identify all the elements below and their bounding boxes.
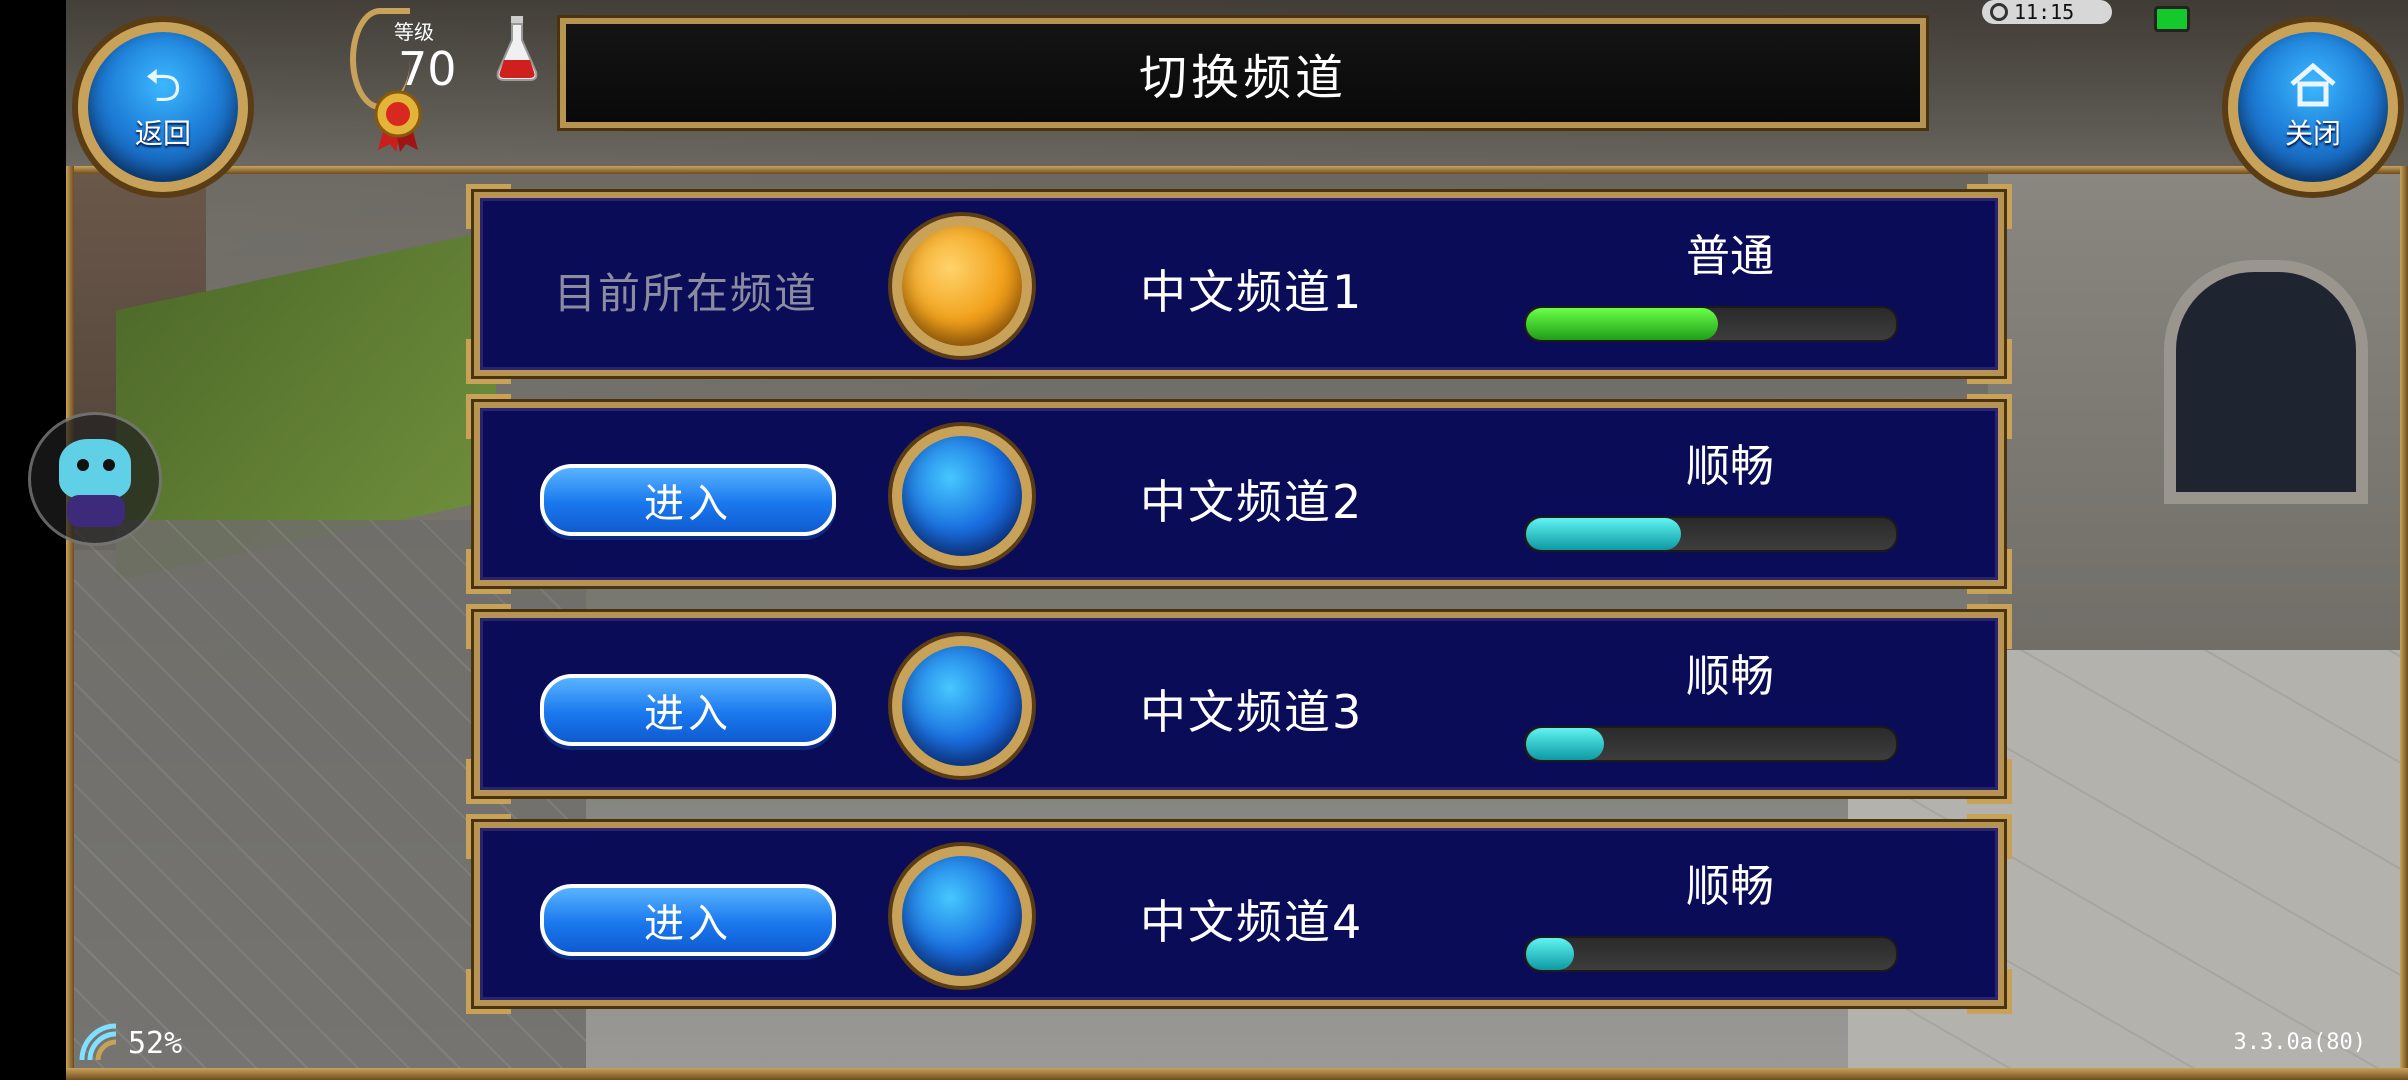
channel-load-bar (1524, 516, 1898, 552)
channel-load-bar (1524, 306, 1898, 342)
undo-arrow-icon: ⮌ (144, 58, 182, 112)
channel-orb-icon (892, 426, 1032, 566)
close-label: 关闭 (2284, 117, 2341, 150)
current-channel-label: 目前所在频道 (554, 269, 819, 318)
channel-row: 进入 中文频道2 顺畅 (466, 394, 2012, 594)
current-channel-orb-icon (892, 216, 1032, 356)
channel-status: 顺畅 (1686, 441, 1774, 492)
enter-channel-button[interactable]: 进入 (540, 464, 836, 536)
dino-avatar-icon[interactable] (28, 412, 162, 546)
frame-top-border (66, 166, 2408, 174)
channel-row: 进入 中文频道3 顺畅 (466, 604, 2012, 804)
level-label: 等级 (394, 20, 434, 44)
version-label: 3.3.0a(80) (2233, 1030, 2366, 1055)
channel-name: 中文频道1 (1140, 265, 1364, 319)
channel-name: 中文频道2 (1140, 475, 1364, 529)
medal-icon (374, 90, 422, 152)
channel-name: 中文频道3 (1140, 685, 1364, 739)
frame-left-border (66, 166, 74, 1080)
enter-channel-button[interactable]: 进入 (540, 884, 836, 956)
battery-icon (2154, 6, 2190, 32)
channel-name: 中文频道4 (1140, 895, 1364, 949)
back-label: 返回 (134, 117, 191, 150)
potion-icon (496, 16, 538, 81)
close-button[interactable]: 关闭 (2228, 22, 2398, 192)
channel-load-bar (1524, 936, 1898, 972)
player-level: 等级 70 (350, 8, 460, 158)
frame-right-border (2400, 166, 2408, 1080)
channel-load-fill (1526, 938, 1575, 970)
frame-bottom-border (66, 1068, 2408, 1080)
channel-row: 进入 中文频道4 顺畅 (466, 814, 2012, 1014)
channel-orb-icon (892, 846, 1032, 986)
signal-percent: 52% (128, 1026, 183, 1061)
channel-load-fill (1526, 518, 1682, 550)
channel-status: 顺畅 (1686, 651, 1774, 702)
channel-load-fill (1526, 728, 1604, 760)
channel-load-bar (1524, 726, 1898, 762)
clock-chip: 11:15 (1982, 0, 2112, 24)
clock-time: 11:15 (2014, 0, 2075, 24)
title-bar: 切换频道 (560, 18, 1926, 128)
wifi-signal-icon (79, 1023, 117, 1061)
channel-orb-icon (892, 636, 1032, 776)
clock-icon (1990, 3, 2008, 21)
arched-window (2164, 260, 2368, 504)
channel-status: 普通 (1686, 231, 1774, 282)
channel-load-fill (1526, 308, 1719, 340)
back-button[interactable]: ⮌ 返回 (78, 22, 248, 192)
page-title: 切换频道 (1138, 50, 1347, 106)
home-icon (2290, 62, 2336, 107)
enter-channel-button[interactable]: 进入 (540, 674, 836, 746)
channel-row: 目前所在频道 中文频道1 普通 (466, 184, 2012, 384)
channel-status: 顺畅 (1686, 861, 1774, 912)
